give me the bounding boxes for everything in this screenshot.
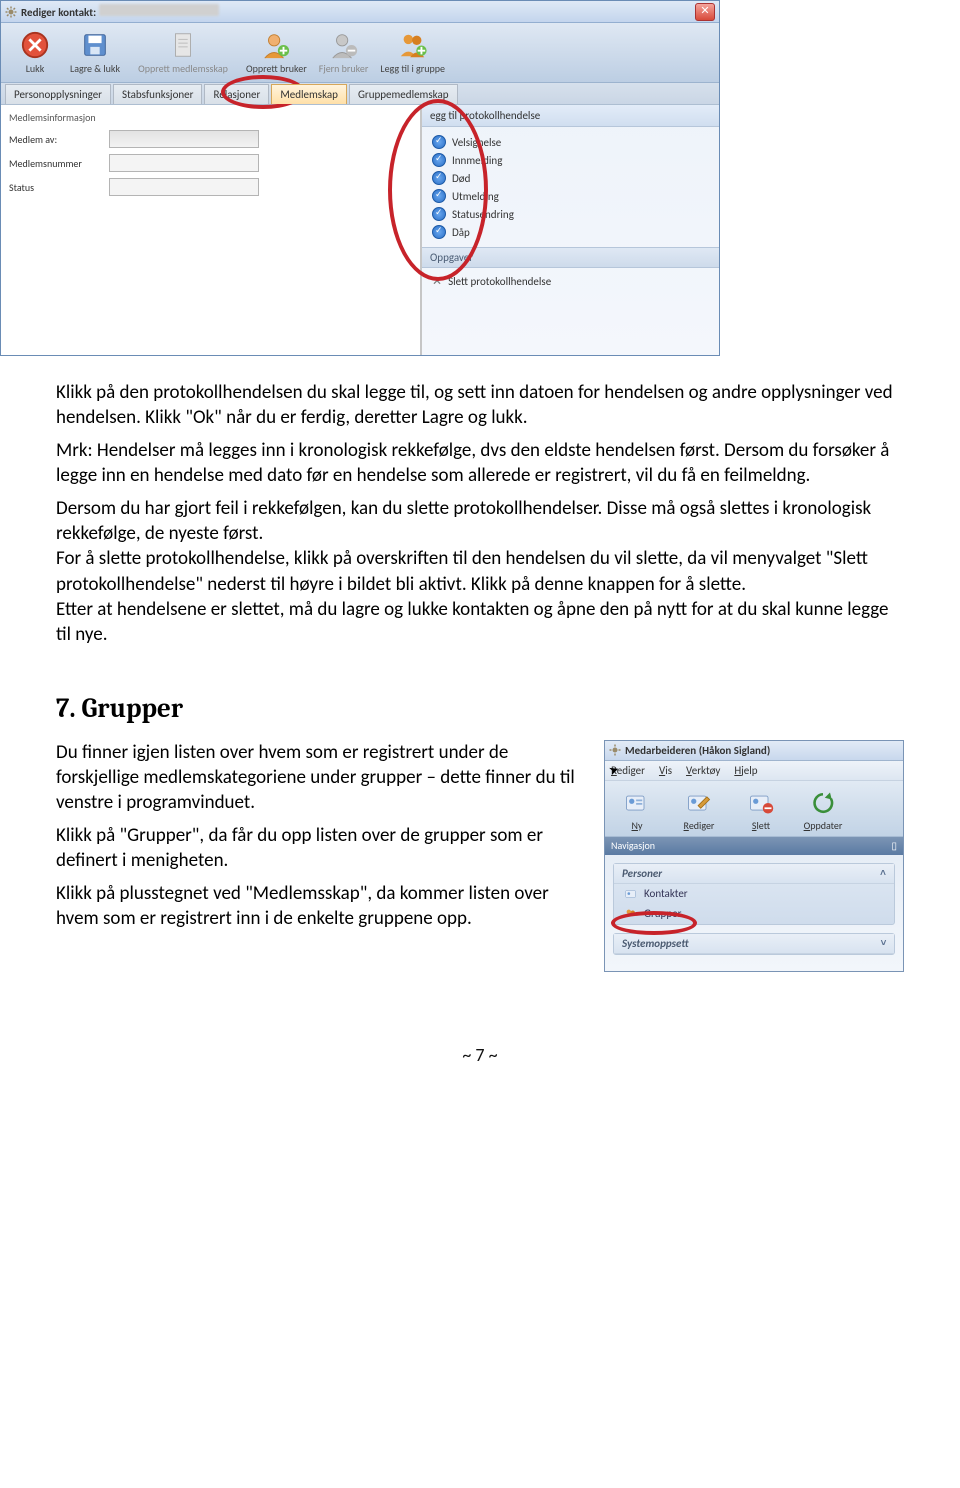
tab-medlemskap[interactable]: Medlemskap [271,84,347,104]
menu-verktøy[interactable]: Verktøy [686,764,720,777]
paragraph: For å slette protokollhendelse, klikk på… [56,546,904,596]
nav-item-kontakter[interactable]: Kontakter [614,884,894,904]
side-heading: egg til protokollhendelse [422,105,719,127]
protokoll-item-død[interactable]: Død [432,169,709,187]
paragraph: Klikk på "Grupper", da får du opp listen… [56,823,588,873]
card-new-icon [623,789,651,817]
nav-group-header[interactable]: Personer˄ [614,864,894,884]
toolbar-lukk[interactable]: Lukk [7,27,63,78]
paragraph: Klikk på den protokollhendelsen du skal … [56,380,904,430]
toolbar-slett[interactable]: Slett [733,789,789,832]
side-pane: egg til protokollhendelse VelsignelseInn… [421,105,719,355]
win2-toolbar: NyRedigerSlettOppdater [605,781,903,837]
screenshot-medarbeideren: Medarbeideren (Håkon Sigland) ➤ RedigerV… [604,740,904,972]
side-subheader: Oppgaver [422,247,719,268]
paragraph: Dersom du har gjort feil i rekkefølgen, … [56,496,904,546]
nav-label: Navigasjon [611,839,655,852]
screenshot-rediger-kontakt: Rediger kontakt: ✕ LukkLagre & lukkOppre… [0,0,960,356]
check-icon [432,225,446,239]
tab-relasjoner[interactable]: Relasjoner [204,84,269,104]
card-edit-icon [685,789,713,817]
protokoll-item-innmelding[interactable]: Innmelding [432,151,709,169]
toolbar-fjern-bruker: Fjern bruker [314,27,374,78]
nav-item-icon [624,907,638,921]
toolbar: LukkLagre & lukkOpprett medlemsskapOppre… [1,23,719,83]
fieldset-label: Medlemsinformasjon [9,111,412,124]
document-body: Klikk på den protokollhendelsen du skal … [56,380,904,972]
tab-gruppemedlemskap[interactable]: Gruppemedlemskap [349,84,458,104]
app-icon [5,6,17,18]
toolbar-ny[interactable]: Ny [609,789,665,832]
win2-titlebar: Medarbeideren (Håkon Sigland) [605,741,903,761]
tab-stabsfunksjoner[interactable]: Stabsfunksjoner [113,84,202,104]
paragraph: Klikk på plusstegnet ved "Medlemsskap", … [56,881,588,931]
field-input[interactable] [109,130,259,148]
contact-name-blurred [99,4,219,16]
field-label: Status [9,181,109,194]
close-circle-icon [20,30,50,60]
nav-item-icon [624,887,638,901]
window-title-prefix: Rediger kontakt: [21,6,96,19]
chevron-icon: ˄ [880,868,886,879]
protokoll-item-utmelding[interactable]: Utmelding [432,187,709,205]
window-body: Medlemsinformasjon Medlem av: Medlemsnumm… [1,105,719,355]
field-input[interactable] [109,178,259,196]
paragraph: Etter at hendelsene er slettet, må du la… [56,597,904,647]
window-close-button[interactable]: ✕ [695,3,715,21]
check-icon [432,171,446,185]
toolbar-opprett-medlemsskap: Opprett medlemsskap [127,27,239,78]
menu-vis[interactable]: Vis [659,764,672,777]
tab-strip: PersonopplysningerStabsfunksjonerRelasjo… [1,83,719,105]
check-icon [432,135,446,149]
toolbar-rediger[interactable]: Rediger [671,789,727,832]
save-icon [80,30,110,60]
paragraph: Du finner igjen listen over hvem som er … [56,740,588,815]
field-label: Medlemsnummer [9,157,109,170]
section-7-text: Du finner igjen listen over hvem som er … [56,740,588,940]
slett-protokollhendelse-action[interactable]: ✕ Slett protokollhendelse [422,268,719,294]
nav-group-personer: Personer˄KontakterGrupper [613,863,895,925]
pin-icon: ▯ [891,839,897,852]
app-icon [609,744,621,756]
check-icon [432,189,446,203]
nav-group-systemoppsett: Systemoppsett˅ [613,933,895,955]
tab-personopplysninger[interactable]: Personopplysninger [5,84,111,104]
chevron-icon: ˅ [880,938,886,949]
form-row: Medlem av: [9,130,412,148]
nav-panel: Personer˄KontakterGrupper Systemoppsett˅ [605,855,903,971]
field-input[interactable] [109,154,259,172]
protokoll-item-statusendring[interactable]: Statusendring [432,205,709,223]
form-pane: Medlemsinformasjon Medlem av: Medlemsnumm… [1,105,421,355]
refresh-icon [809,789,837,817]
window-titlebar: Rediger kontakt: ✕ [1,1,719,23]
paragraph: Mrk: Hendelser må legges inn i kronologi… [56,438,904,488]
protokoll-item-velsignelse[interactable]: Velsignelse [432,133,709,151]
doc-icon [168,30,198,60]
page-number: ~ 7 ~ [56,1044,904,1066]
heading-grupper: 7. Grupper [56,693,904,724]
nav-item-grupper[interactable]: Grupper [614,904,894,924]
nav-group-header[interactable]: Systemoppsett˅ [614,934,894,954]
win2-title: Medarbeideren (Håkon Sigland) [625,744,770,757]
toolbar-opprett-bruker[interactable]: Opprett bruker [241,27,312,78]
toolbar-lagre-lukk[interactable]: Lagre & lukk [65,27,125,78]
user-add-icon [261,30,291,60]
protokoll-item-dåp[interactable]: Dåp [432,223,709,241]
nav-header: Navigasjon ▯ [605,837,903,855]
field-label: Medlem av: [9,133,109,146]
user-remove-icon [329,30,359,60]
form-row: Medlemsnummer [9,154,412,172]
menu-hjelp[interactable]: Hjelp [734,764,757,777]
check-icon [432,207,446,221]
toolbar-legg-til-i-gruppe[interactable]: Legg til i gruppe [375,27,450,78]
close-x-icon: ✕ [432,274,442,288]
toolbar-oppdater[interactable]: Oppdater [795,789,851,832]
form-row: Status [9,178,412,196]
users-add-icon [398,30,428,60]
side-action-label: Slett protokollhendelse [448,275,551,288]
check-icon [432,153,446,167]
win2-menubar: ➤ RedigerVisVerktøyHjelp [605,761,903,781]
card-del-icon [747,789,775,817]
